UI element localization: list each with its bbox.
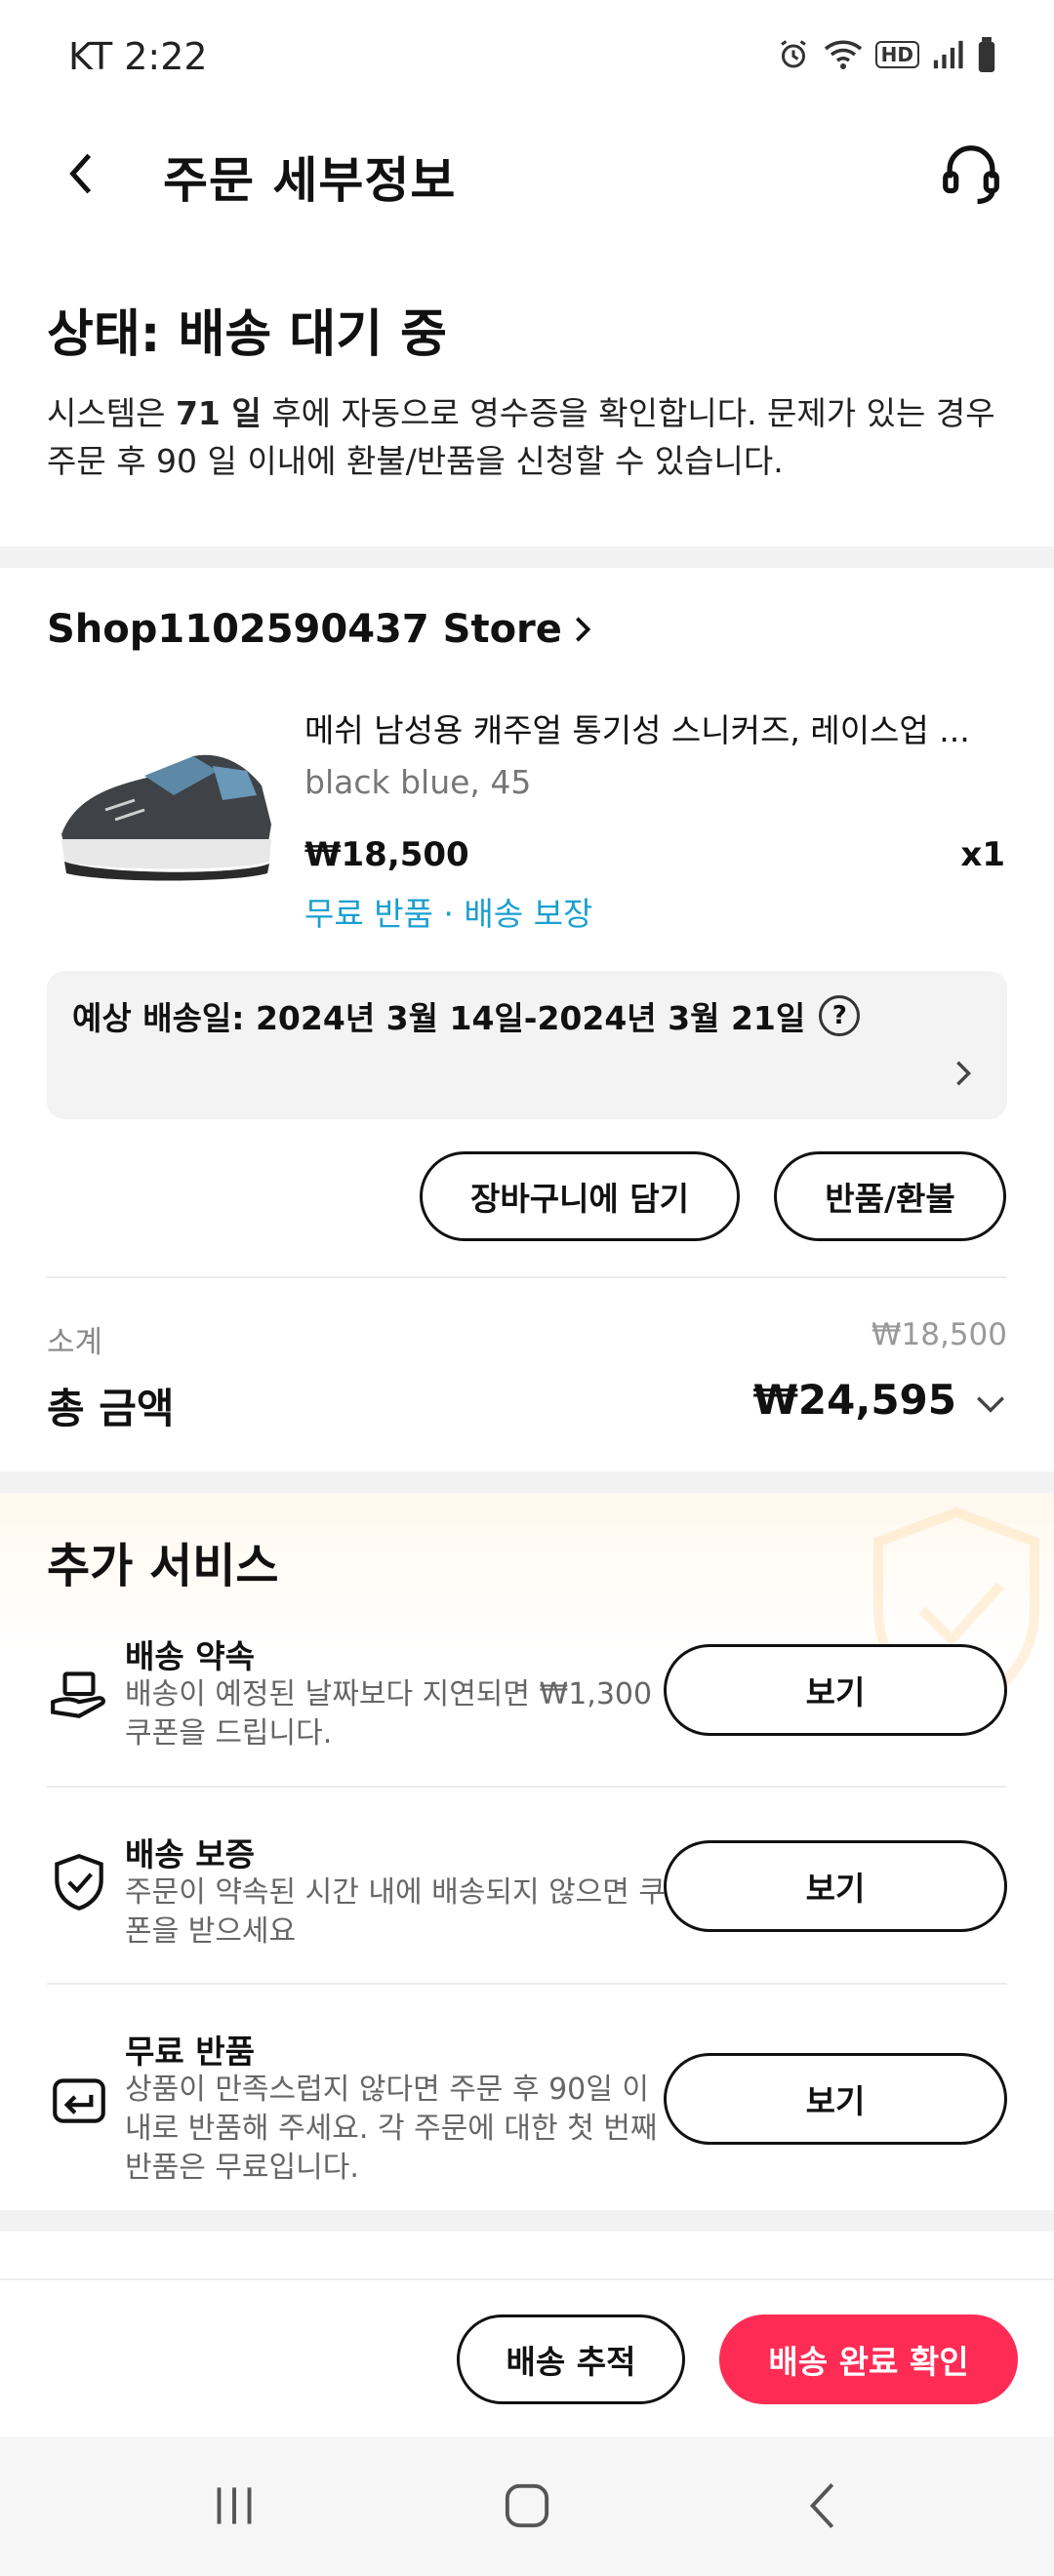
section-divider bbox=[0, 2210, 1054, 2232]
service-name: 무료 반품 bbox=[125, 2033, 255, 2071]
view-delivery-promise-button[interactable]: 보기 bbox=[664, 1644, 1007, 1736]
estimated-delivery: 예상 배송일: 2024년 3월 14일-2024년 3월 21일 ? bbox=[72, 992, 861, 1039]
divider bbox=[47, 1786, 1007, 1788]
order-status-section: 상태: 배송 대기 중 시스템은 71 일 후에 자동으로 영수증을 확인합니다… bbox=[47, 293, 1013, 485]
battery-icon bbox=[978, 37, 995, 72]
service-row-delivery-guarantee: 배송 보증 주문이 약속된 시간 내에 배송되지 않으면 쿠폰을 받으세요 보기 bbox=[47, 1823, 1007, 1959]
home-icon[interactable] bbox=[493, 2475, 561, 2536]
service-name: 배송 약속 bbox=[125, 1637, 255, 1675]
service-name: 배송 보증 bbox=[125, 1835, 255, 1873]
wifi-icon bbox=[824, 40, 862, 69]
product-variant: black blue, 45 bbox=[304, 763, 532, 801]
estimated-delivery-box[interactable]: 예상 배송일: 2024년 3월 14일-2024년 3월 21일 ? bbox=[47, 971, 1007, 1119]
status-desc-prefix: 시스템은 bbox=[47, 394, 176, 432]
confirm-delivery-button[interactable]: 배송 완료 확인 bbox=[719, 2314, 1018, 2404]
product-perks: 무료 반품 · 배송 보장 bbox=[304, 895, 593, 933]
hd-icon: HD bbox=[874, 41, 919, 68]
product-title[interactable]: 메쉬 남성용 캐주얼 통기성 스니커즈, 레이스업 ... bbox=[304, 704, 988, 751]
recent-apps-icon[interactable] bbox=[200, 2475, 268, 2536]
status-bar: KT 2:22 HD bbox=[0, 0, 1054, 112]
view-free-return-button[interactable]: 보기 bbox=[664, 2053, 1007, 2145]
service-description: 상품이 만족스럽지 않다면 주문 후 90일 이내로 반품해 주세요. 각 주문… bbox=[125, 2073, 658, 2185]
service-description: 주문이 약속된 시간 내에 배송되지 않으면 쿠폰을 받으세요 bbox=[125, 1875, 667, 1949]
services-title: 추가 서비스 bbox=[47, 1539, 279, 1593]
chevron-right-icon bbox=[956, 1061, 972, 1086]
order-status-title: 상태: 배송 대기 중 bbox=[47, 305, 447, 364]
carrier-time: KT 2:22 bbox=[68, 34, 208, 78]
section-divider bbox=[0, 1471, 1054, 1493]
product-price: ₩18,500 bbox=[304, 835, 469, 874]
headset-support-icon[interactable] bbox=[937, 140, 1005, 208]
help-icon[interactable]: ? bbox=[819, 995, 861, 1036]
store-name: Shop1102590437 Store bbox=[47, 607, 562, 652]
view-delivery-guarantee-button[interactable]: 보기 bbox=[664, 1840, 1007, 1932]
store-link[interactable]: Shop1102590437 Store bbox=[47, 607, 595, 652]
section-divider bbox=[0, 546, 1054, 568]
product-image[interactable] bbox=[47, 717, 281, 888]
return-refund-button[interactable]: 반품/환불 bbox=[774, 1151, 1006, 1241]
system-nav-bar bbox=[0, 2436, 1054, 2576]
back-icon[interactable] bbox=[790, 2475, 859, 2536]
product-quantity: x1 bbox=[960, 835, 1005, 874]
total-label: 총 금액 bbox=[47, 1385, 175, 1432]
signal-icon bbox=[933, 40, 963, 69]
divider bbox=[47, 1276, 1007, 1278]
service-description: 배송이 예정된 날짜보다 지연되면 ₩1,300 쿠폰을 드립니다. bbox=[125, 1677, 653, 1751]
back-arrow-icon[interactable] bbox=[59, 149, 107, 198]
order-status-description: 시스템은 71 일 후에 자동으로 영수증을 확인합니다. 문제가 있는 경우 … bbox=[47, 389, 1013, 485]
delivery-promise-icon bbox=[51, 1671, 105, 1718]
return-icon bbox=[53, 2078, 105, 2123]
track-shipment-button[interactable]: 배송 추적 bbox=[457, 2314, 685, 2404]
auto-confirm-days: 71 일 bbox=[175, 394, 262, 432]
chevron-right-icon bbox=[575, 617, 591, 642]
bottom-action-bar: 배송 추적 배송 완료 확인 bbox=[0, 2278, 1054, 2436]
alarm-icon bbox=[780, 40, 806, 68]
status-icons: HD bbox=[776, 37, 997, 72]
service-row-delivery-promise: 배송 약속 배송이 예정된 날짜보다 지연되면 ₩1,300 쿠폰을 드립니다.… bbox=[47, 1625, 1007, 1761]
estimated-delivery-text: 예상 배송일: 2024년 3월 14일-2024년 3월 21일 bbox=[72, 999, 806, 1037]
subtotal-label: 소계 bbox=[47, 1325, 103, 1360]
header: 주문 세부정보 bbox=[0, 112, 1054, 239]
shield-check-icon bbox=[55, 1853, 103, 1911]
subtotal-value: ₩18,500 bbox=[871, 1317, 1007, 1352]
chevron-down-icon[interactable] bbox=[974, 1388, 1007, 1421]
divider bbox=[47, 1983, 1007, 1985]
service-row-free-return: 무료 반품 상품이 만족스럽지 않다면 주문 후 90일 이내로 반품해 주세요… bbox=[47, 2020, 1007, 2195]
total-value[interactable]: ₩24,595 bbox=[753, 1376, 956, 1424]
page-title: 주문 세부정보 bbox=[163, 152, 457, 209]
add-to-cart-button[interactable]: 장바구니에 담기 bbox=[420, 1151, 740, 1241]
